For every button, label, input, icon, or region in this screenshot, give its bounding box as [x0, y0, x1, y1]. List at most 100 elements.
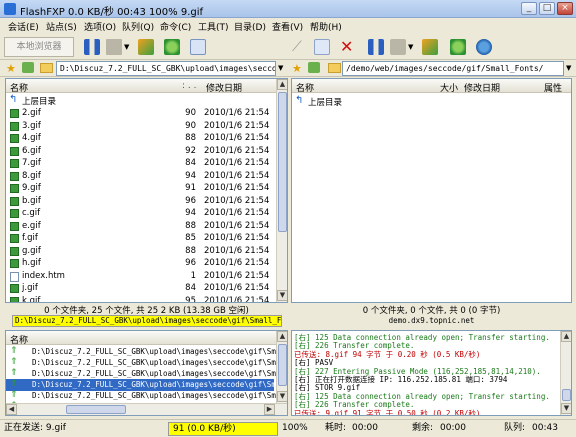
log-line: 已传送: 9.gif 91 字节 于 0.50 秒 (0.2 KB/秒): [294, 408, 481, 416]
transfer-queue[interactable]: 名称 ⇑ D:\Discuz_7.2_FULL_SC_GBK\upload\ima…: [5, 330, 288, 416]
upload-arrow-icon: ⇑: [10, 357, 18, 367]
abort-icon[interactable]: ✕: [340, 39, 356, 55]
gif-file-icon: [10, 171, 19, 181]
pause-right-icon[interactable]: [368, 39, 384, 55]
file-date: 2010/1/6 21:54: [204, 170, 270, 181]
menu-options[interactable]: 选项(O): [84, 20, 116, 33]
globe-icon[interactable]: [476, 39, 492, 55]
file-date: 2010/1/6 21:54: [204, 295, 270, 303]
elapsed-value: 00:00: [352, 423, 378, 433]
file-row[interactable]: h.gif 96 2010/1/6 21:54: [6, 257, 274, 270]
file-row[interactable]: b.gif 96 2010/1/6 21:54: [6, 195, 274, 208]
scroll-left-arrow[interactable]: ◀: [6, 404, 17, 415]
transfer-icon[interactable]: [106, 39, 122, 55]
file-row[interactable]: k.gif 95 2010/1/6 21:54: [6, 295, 274, 303]
log-vertical-scrollbar[interactable]: ▲ ▼: [560, 331, 571, 415]
queue-name-header[interactable]: 名称: [10, 333, 28, 346]
parent-directory-row[interactable]: ↰ 上层目录: [6, 94, 274, 108]
maximize-button[interactable]: □: [539, 2, 555, 15]
col-size-header[interactable]: 大小: [440, 81, 458, 94]
gif-file-icon: [10, 196, 19, 206]
scroll-thumb[interactable]: [66, 405, 126, 414]
menu-session[interactable]: 会话(E): [8, 20, 39, 33]
menu-sites[interactable]: 站点(S): [46, 20, 77, 33]
home-icon[interactable]: [308, 62, 320, 73]
file-date: 2010/1/6 21:54: [204, 120, 270, 131]
queue-vertical-scrollbar[interactable]: ▲ ▼: [276, 331, 287, 403]
left-path-input[interactable]: D:\Discuz_7.2_FULL_SC_GBK\upload\images\…: [56, 61, 276, 76]
col-date-header[interactable]: 修改日期: [464, 81, 500, 94]
file-row[interactable]: j.gif 84 2010/1/6 21:54: [6, 282, 274, 295]
parent-directory-row[interactable]: ↰ 上层目录: [292, 95, 562, 109]
file-name: 6.gif: [22, 145, 41, 156]
scroll-thumb[interactable]: [562, 389, 571, 401]
scroll-down-arrow[interactable]: ▼: [277, 391, 287, 402]
disconnect-icon[interactable]: [314, 39, 330, 55]
session-log[interactable]: [右] 125 Data connection already open; Tr…: [291, 330, 572, 416]
file-row[interactable]: 6.gif 92 2010/1/6 21:54: [6, 145, 274, 158]
scroll-up-arrow[interactable]: ▲: [277, 79, 287, 90]
queue-header: 名称: [6, 331, 276, 346]
left-vertical-scrollbar[interactable]: ▲ ▼: [276, 79, 287, 302]
local-browser-button[interactable]: 本地浏览器: [4, 37, 74, 57]
file-size: 94: [185, 170, 196, 181]
menu-tools[interactable]: 工具(T): [198, 20, 229, 33]
menu-view[interactable]: 查看(V): [272, 20, 303, 33]
file-row[interactable]: g.gif 88 2010/1/6 21:54: [6, 245, 274, 258]
gif-file-icon: [10, 284, 19, 293]
local-file-list[interactable]: 名称 : . . 修改日期 ↰ 上层目录 2.gif 90 2010/1/6 21:54…: [5, 78, 288, 303]
menu-queue[interactable]: 队列(Q): [122, 20, 154, 33]
file-row[interactable]: 3.gif 90 2010/1/6 21:54: [6, 120, 274, 133]
scroll-thumb[interactable]: [278, 92, 287, 232]
chevron-down-icon[interactable]: ▼: [278, 64, 283, 72]
col-date-header[interactable]: 修改日期: [206, 81, 242, 94]
file-row[interactable]: index.htm 1 2010/1/6 21:54: [6, 270, 274, 283]
menu-commands[interactable]: 命令(C): [160, 20, 191, 33]
title-bar: FlashFXP 0.0 KB/秒 00:43 100% 9.gif _ □ ×: [0, 0, 576, 18]
remote-file-list[interactable]: 名称 大小 修改日期 属性 ↰ 上层目录: [291, 78, 572, 303]
file-row[interactable]: c.gif 94 2010/1/6 21:54: [6, 207, 274, 220]
star-icon[interactable]: ★: [6, 62, 16, 75]
refresh-icon[interactable]: [164, 39, 180, 55]
col-attr-header[interactable]: 属性: [544, 81, 562, 94]
chevron-down-icon[interactable]: ▼: [566, 64, 571, 72]
view-icon[interactable]: [190, 39, 206, 55]
file-date: 2010/1/6 21:54: [204, 183, 270, 193]
transfer-right-icon[interactable]: [390, 39, 406, 55]
refresh-right-icon[interactable]: [450, 39, 466, 55]
col-name-header[interactable]: 名称: [296, 81, 314, 94]
star-icon[interactable]: ★: [292, 62, 302, 75]
connect-right-icon[interactable]: [422, 39, 438, 55]
right-path-input[interactable]: /demo/web/images/seccode/gif/Small_Fonts…: [342, 61, 564, 76]
menu-directory[interactable]: 目录(D): [234, 20, 266, 33]
right-status-text: 0 个文件夹, 0 个文件, 共 0 (0 字节): [362, 306, 501, 316]
scroll-up-arrow[interactable]: ▲: [277, 331, 287, 342]
menu-help[interactable]: 帮助(H): [310, 20, 342, 33]
pause-icon[interactable]: [84, 39, 100, 55]
left-path-bar: ★ D:\Discuz_7.2_FULL_SC_GBK\upload\image…: [0, 60, 288, 77]
queue-horizontal-scrollbar[interactable]: ◀ ▶: [6, 403, 287, 415]
scroll-down-arrow[interactable]: ▼: [277, 290, 287, 301]
file-name: 3.gif: [22, 120, 41, 131]
file-row[interactable]: f.gif 85 2010/1/6 21:54: [6, 232, 274, 245]
file-row[interactable]: 8.gif 94 2010/1/6 21:54: [6, 170, 274, 183]
file-row[interactable]: 4.gif 88 2010/1/6 21:54: [6, 132, 274, 145]
scroll-right-arrow[interactable]: ▶: [264, 404, 275, 415]
gif-file-icon: [10, 134, 19, 143]
home-icon[interactable]: [22, 62, 34, 73]
scroll-down-arrow[interactable]: ▼: [561, 403, 571, 414]
col-size-header[interactable]: : . .: [182, 81, 196, 91]
connect-icon[interactable]: [138, 39, 154, 55]
file-row[interactable]: 9.gif 91 2010/1/6 21:54: [6, 182, 274, 195]
file-row[interactable]: e.gif 88 2010/1/6 21:54: [6, 220, 274, 233]
chevron-down-icon[interactable]: ▼: [124, 39, 132, 55]
minimize-button[interactable]: _: [521, 2, 537, 15]
file-row[interactable]: 2.gif 90 2010/1/6 21:54: [6, 107, 274, 120]
col-name-header[interactable]: 名称: [10, 81, 28, 94]
file-row[interactable]: 7.gif 84 2010/1/6 21:54: [6, 157, 274, 170]
chevron-down-right-icon[interactable]: ▼: [408, 39, 416, 55]
scroll-thumb[interactable]: [278, 344, 287, 386]
connect-quick-icon[interactable]: ⟋: [292, 39, 308, 55]
scroll-up-arrow[interactable]: ▲: [561, 331, 571, 342]
close-button[interactable]: ×: [557, 2, 573, 15]
